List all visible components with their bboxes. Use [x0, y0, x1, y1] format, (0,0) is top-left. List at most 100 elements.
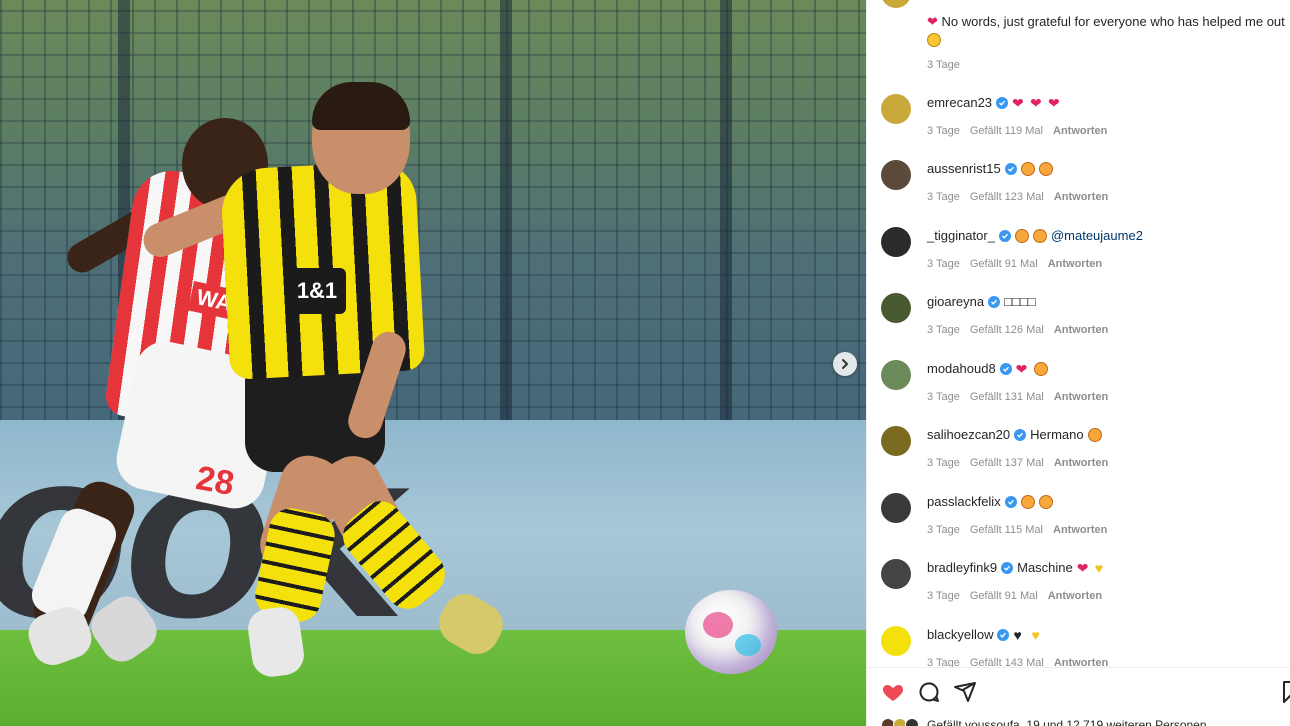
heart-emoji-icon: ❤ — [1030, 94, 1042, 111]
comment-meta: 3 Tage Gefällt 91 Mal Antworten — [927, 590, 1102, 602]
comment-line: emrecan23 ❤ ❤ ❤ — [927, 95, 1062, 110]
comment-meta: 3 Tage Gefällt 119 Mal Antworten — [927, 125, 1107, 137]
comment-item: aussenrist15 3 Tage Gefällt 123 Mal Antwort… — [881, 160, 1281, 216]
comment-item: _tigginator_ @mateujaume2 3 Tage Gefällt 91… — [881, 227, 1281, 283]
comment-reply-button[interactable]: Antworten — [1053, 125, 1107, 137]
share-send-icon[interactable] — [953, 680, 977, 704]
comment-reply-button[interactable]: Antworten — [1053, 524, 1107, 536]
commenter-avatar[interactable] — [881, 94, 911, 124]
comment-reply-button[interactable]: Antworten — [1054, 457, 1108, 469]
fence-post — [720, 0, 732, 430]
comment-text: Hermano — [1030, 427, 1084, 442]
opponent-number: 28 — [193, 459, 237, 504]
comment-line: salihoezcan20 Hermano — [927, 427, 1102, 442]
comment-timestamp[interactable]: 3 Tage — [927, 657, 960, 667]
heart-emoji-icon: ❤ — [1012, 94, 1024, 111]
heart-emoji-icon: ❤ — [927, 14, 938, 29]
next-image-button[interactable] — [833, 352, 857, 376]
comment-reply-button[interactable]: Antworten — [1054, 324, 1108, 336]
comment-line: aussenrist15 — [927, 161, 1053, 176]
comment-timestamp[interactable]: 3 Tage — [927, 524, 960, 536]
commenter-avatar[interactable] — [881, 360, 911, 390]
liked-by-line[interactable]: Gefällt youssoufa_19 und 12.719 weiteren… — [881, 718, 1207, 726]
comment-line: _tigginator_ @mateujaume2 — [927, 228, 1143, 243]
face-emoji-icon — [1020, 494, 1035, 509]
black-heart-emoji-icon: ♥ — [1013, 626, 1022, 643]
commenter-avatar[interactable] — [881, 559, 911, 589]
commenter-avatar[interactable] — [881, 626, 911, 656]
comment-item: modahoud8 ❤ 3 Tage Gefällt 131 Mal Antworten — [881, 360, 1281, 416]
caption-text: No words, just grateful for everyone who… — [941, 14, 1285, 29]
comment-timestamp[interactable]: 3 Tage — [927, 391, 960, 403]
post-photo[interactable]: OOK WAYLA 28 1&1 — [0, 0, 866, 726]
commenter-avatar[interactable] — [881, 426, 911, 456]
face-emoji-icon — [1087, 427, 1102, 442]
comment-timestamp[interactable]: 3 Tage — [927, 590, 960, 602]
comment-reply-button[interactable]: Antworten — [1054, 191, 1108, 203]
comment-likes-count[interactable]: Gefällt 123 Mal — [970, 191, 1044, 203]
comment-username[interactable]: _tigginator_ — [927, 228, 995, 243]
comment-username[interactable]: aussenrist15 — [927, 161, 1001, 176]
comment-likes-count[interactable]: Gefällt 131 Mal — [970, 391, 1044, 403]
commenter-avatar[interactable] — [881, 493, 911, 523]
comment-reply-button[interactable]: Antworten — [1048, 590, 1102, 602]
comment-meta: 3 Tage Gefällt 131 Mal Antworten — [927, 391, 1108, 403]
liker-avatar — [905, 718, 919, 726]
comment-likes-count[interactable]: Gefällt 143 Mal — [970, 657, 1044, 667]
comment-likes-count[interactable]: Gefällt 126 Mal — [970, 324, 1044, 336]
comment-username[interactable]: emrecan23 — [927, 95, 992, 110]
comment-username[interactable]: gioareyna — [927, 294, 984, 309]
comment-timestamp[interactable]: 3 Tage — [927, 191, 960, 203]
comment-likes-count[interactable]: Gefällt 119 Mal — [970, 125, 1043, 137]
comment-username[interactable]: bradleyfink9 — [927, 560, 997, 575]
smile-emoji-icon — [927, 33, 941, 47]
author-avatar[interactable] — [881, 0, 911, 8]
verified-badge-icon — [1001, 561, 1014, 574]
comment-username[interactable]: passlackfelix — [927, 494, 1001, 509]
comment-item: bradleyfink9 Maschine ❤ ♥ 3 Tage Gefällt 91 M… — [881, 559, 1281, 615]
comment-icon[interactable] — [917, 680, 941, 704]
comment-username[interactable]: modahoud8 — [927, 361, 996, 376]
comment-mention-link[interactable]: @mateujaume2 — [1051, 228, 1143, 243]
comment-line: blackyellow ♥ ♥ — [927, 627, 1045, 642]
comment-timestamp[interactable]: 3 Tage — [927, 457, 960, 469]
bookmark-icon[interactable] — [1279, 680, 1290, 704]
comment-likes-count[interactable]: Gefällt 115 Mal — [970, 524, 1043, 536]
comment-item: emrecan23 ❤ ❤ ❤ 3 Tage Gefällt 119 Mal Antwort… — [881, 94, 1281, 150]
comment-likes-count[interactable]: Gefällt 91 Mal — [970, 590, 1038, 602]
comment-reply-button[interactable]: Antworten — [1054, 391, 1108, 403]
comment-line: passlackfelix — [927, 494, 1053, 509]
yellow-heart-emoji-icon: ♥ — [1094, 559, 1104, 576]
commenter-avatar[interactable] — [881, 227, 911, 257]
comment-item: salihoezcan20 Hermano 3 Tage Gefällt 137 Ma… — [881, 426, 1281, 482]
verified-badge-icon — [988, 295, 1001, 308]
commenter-avatar[interactable] — [881, 293, 911, 323]
comment-likes-count[interactable]: Gefällt 91 Mal — [970, 258, 1038, 270]
chevron-right-icon — [842, 359, 848, 369]
comment-likes-count[interactable]: Gefällt 137 Mal — [970, 457, 1044, 469]
comment-timestamp[interactable]: 3 Tage — [927, 258, 960, 270]
comment-line: gioareyna □□□□ — [927, 294, 1036, 309]
face-emoji-icon — [1014, 228, 1029, 243]
verified-badge-icon — [1004, 162, 1017, 175]
heart-emoji-icon: ❤ — [1076, 559, 1089, 576]
post-caption: ❤ No words, just grateful for everyone w… — [927, 12, 1287, 50]
verified-badge-icon — [998, 229, 1011, 242]
face-emoji-icon — [1038, 494, 1053, 509]
comments-list[interactable]: ❤ No words, just grateful for everyone w… — [867, 0, 1290, 667]
like-heart-icon[interactable] — [881, 680, 905, 704]
comment-meta: 3 Tage Gefällt 123 Mal Antworten — [927, 191, 1108, 203]
comment-item: blackyellow ♥ ♥ 3 Tage Gefällt 143 Mal Antwor… — [881, 626, 1281, 667]
comment-reply-button[interactable]: Antworten — [1054, 657, 1108, 667]
comment-text: Maschine — [1017, 560, 1073, 575]
verified-badge-icon — [999, 362, 1012, 375]
comment-timestamp[interactable]: 3 Tage — [927, 324, 960, 336]
comment-reply-button[interactable]: Antworten — [1048, 258, 1102, 270]
comment-username[interactable]: blackyellow — [927, 627, 993, 642]
instagram-post-view: OOK WAYLA 28 1&1 ❤ — [0, 0, 1290, 726]
comment-meta: 3 Tage Gefällt 115 Mal Antworten — [927, 524, 1107, 536]
comment-username[interactable]: salihoezcan20 — [927, 427, 1010, 442]
face-emoji-icon — [1032, 228, 1047, 243]
commenter-avatar[interactable] — [881, 160, 911, 190]
comment-timestamp[interactable]: 3 Tage — [927, 125, 960, 137]
